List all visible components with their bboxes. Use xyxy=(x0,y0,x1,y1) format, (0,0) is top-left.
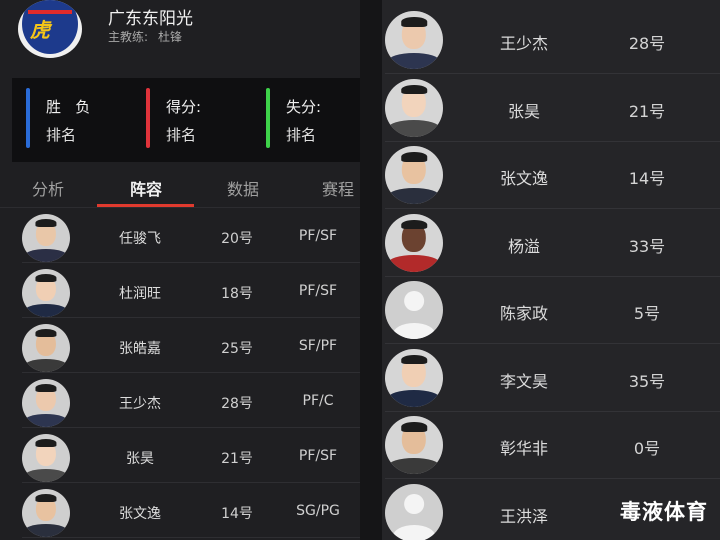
stat-label: 失分: xyxy=(286,98,322,116)
player-avatar xyxy=(385,213,443,272)
stat-label: 胜 负 xyxy=(46,98,91,116)
player-row[interactable]: 任骏飞 20号 PF/SF xyxy=(0,208,360,263)
player-avatar xyxy=(22,434,70,482)
coach-info: 主教练: 杜锋 xyxy=(108,28,192,45)
watermark: 毒液体育 xyxy=(620,500,708,524)
player-name: 任骏飞 xyxy=(119,231,161,247)
player-number: 5号 xyxy=(633,304,661,323)
player-avatar xyxy=(22,379,70,427)
player-name: 张皓嘉 xyxy=(119,341,161,357)
row-divider xyxy=(22,537,360,538)
player-name: 张文逸 xyxy=(119,506,161,522)
coach-name: 杜锋 xyxy=(158,30,183,44)
tab-schedule[interactable]: 赛程 xyxy=(322,176,354,200)
player-row[interactable]: 彰华非 0号 xyxy=(382,412,720,479)
player-avatar xyxy=(22,489,70,537)
player-row[interactable]: 王少杰 28号 xyxy=(382,7,720,74)
player-position: PF/SF xyxy=(298,228,338,244)
tab-bar: 分析 阵容 数据 赛程 xyxy=(0,162,360,208)
tab-stats[interactable]: 数据 xyxy=(227,176,259,200)
player-row[interactable]: 张文逸 14号 xyxy=(382,142,720,209)
coach-label: 主教练: xyxy=(108,30,149,44)
player-name: 王少杰 xyxy=(499,34,548,53)
player-number: 33号 xyxy=(628,236,666,256)
stat-bar-blue xyxy=(26,88,30,148)
default-avatar-icon xyxy=(385,281,443,339)
player-number: 18号 xyxy=(221,286,253,302)
stat-bar-green xyxy=(266,88,270,148)
player-position: PF/SF xyxy=(298,283,338,299)
player-name: 李文昊 xyxy=(499,371,548,391)
player-position: PF/SF xyxy=(298,448,338,464)
roster-list-continued: 王少杰 28号张昊 21号张文逸 14号杨溢 33号陈家政 5号李文昊 35号彰华非 0号王洪… xyxy=(382,0,720,540)
player-avatar xyxy=(22,269,70,317)
stat-rank-label: 排名 xyxy=(166,126,197,144)
player-number: 25号 xyxy=(221,341,253,357)
panel-gap xyxy=(360,0,382,540)
player-position: PF/C xyxy=(302,393,334,409)
player-row[interactable]: 陈家政 5号 xyxy=(382,277,720,344)
player-number: 14号 xyxy=(628,169,666,188)
player-avatar xyxy=(385,416,443,474)
player-name: 张昊 xyxy=(126,451,154,467)
player-avatar xyxy=(22,324,70,372)
tab-analysis[interactable]: 分析 xyxy=(32,176,64,200)
team-stats-box: 胜 负 排名 得分: 排名 失分: 排名 xyxy=(12,78,360,162)
player-name: 杜润旺 xyxy=(119,286,161,302)
player-avatar xyxy=(385,348,443,407)
player-avatar xyxy=(22,214,70,262)
player-number: 28号 xyxy=(628,34,666,53)
player-row[interactable]: 李文昊 35号 xyxy=(382,345,720,412)
player-row[interactable]: 张文逸 14号 SG/PG xyxy=(0,483,360,538)
player-row[interactable]: 张昊 21号 xyxy=(382,75,720,142)
player-name: 王洪泽 xyxy=(499,506,548,526)
player-name: 陈家政 xyxy=(499,304,548,323)
team-detail-panel: 虎 广东东阳光 主教练: 杜锋 胜 负 排名 得分: 排名 失分: 排名 分析 阵… xyxy=(0,0,360,540)
player-row[interactable]: 张昊 21号 PF/SF xyxy=(0,428,360,483)
player-name: 王少杰 xyxy=(119,396,161,412)
player-number: 0号 xyxy=(633,439,661,458)
player-row[interactable]: 张皓嘉 25号 SF/PF xyxy=(0,318,360,373)
player-name: 张文逸 xyxy=(499,169,548,188)
team-name: 广东东阳光 xyxy=(108,9,193,29)
stat-rank-label: 排名 xyxy=(46,126,77,144)
player-avatar xyxy=(385,146,443,204)
player-name: 杨溢 xyxy=(507,236,540,256)
default-avatar-icon xyxy=(385,483,443,540)
stat-bar-red xyxy=(146,88,150,148)
player-avatar xyxy=(385,78,443,137)
player-name: 彰华非 xyxy=(499,439,548,458)
player-position: SG/PG xyxy=(296,503,340,519)
player-row[interactable]: 杜润旺 18号 PF/SF xyxy=(0,263,360,318)
player-number: 21号 xyxy=(628,101,666,121)
player-number: 20号 xyxy=(221,231,253,247)
team-header: 虎 广东东阳光 主教练: 杜锋 xyxy=(0,0,360,78)
player-number: 28号 xyxy=(221,396,253,412)
stat-rank-label: 排名 xyxy=(286,126,317,144)
player-position: SF/PF xyxy=(298,338,338,354)
player-row[interactable]: 王少杰 28号 PF/C xyxy=(0,373,360,428)
player-number: 14号 xyxy=(221,506,253,522)
tab-roster[interactable]: 阵容 xyxy=(130,176,162,200)
stat-label: 得分: xyxy=(166,98,202,116)
player-number: 35号 xyxy=(628,371,666,391)
player-row[interactable]: 杨溢 33号 xyxy=(382,210,720,277)
player-number: 21号 xyxy=(221,451,253,467)
player-avatar xyxy=(385,11,443,69)
player-name: 张昊 xyxy=(507,101,540,121)
team-logo: 虎 xyxy=(18,0,82,58)
